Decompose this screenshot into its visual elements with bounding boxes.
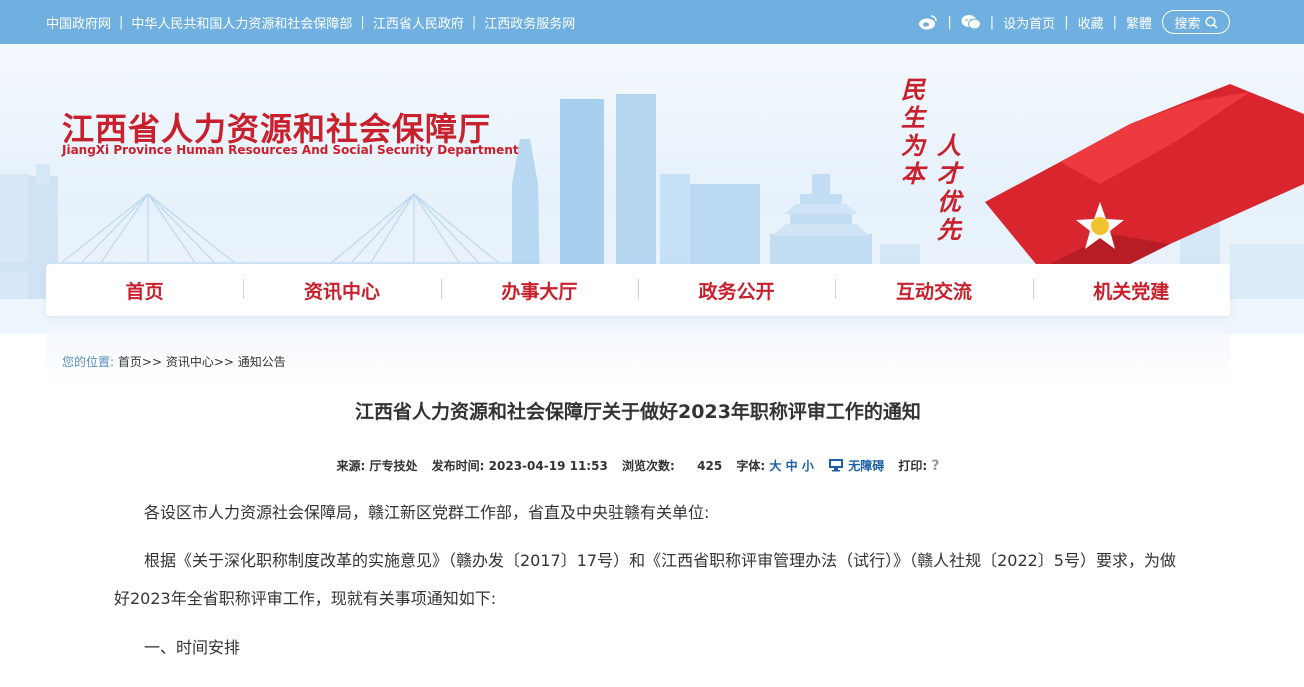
publish-time-value: 2023-04-19 11:53 — [488, 459, 608, 473]
article-meta: 来源: 厅专技处 发布时间: 2023-04-19 11:53 浏览次数: 42… — [0, 457, 1276, 475]
traditional-chinese-link[interactable]: 繁體 — [1126, 13, 1152, 32]
main-nav: 首页 资讯中心 办事大厅 政务公开 互动交流 机关党建 — [46, 264, 1230, 316]
top-tools: | | 设为首页 | 收藏 | 繁體 搜索 — [918, 0, 1230, 44]
wechat-icon[interactable] — [961, 14, 981, 30]
site-title-english: JiangXi Province Human Resources And Soc… — [62, 143, 519, 157]
article-title: 江西省人力资源和社会保障厅关于做好2023年职称评审工作的通知 — [355, 401, 921, 423]
link-jiangxi-gov[interactable]: 江西省人民政府 — [373, 13, 464, 32]
source-value: 厅专技处 — [369, 459, 418, 473]
views-label: 浏览次数: — [621, 459, 675, 473]
nav-news-center[interactable]: 资讯中心 — [243, 277, 440, 304]
article-paragraph: 一、时间安排 — [144, 638, 241, 657]
divider: | — [471, 14, 477, 30]
weibo-icon[interactable] — [918, 14, 938, 30]
slogan-right: 人才优先 — [937, 131, 961, 244]
accessibility-icon[interactable] — [828, 458, 844, 475]
breadcrumb-separator: >> — [213, 355, 234, 369]
breadcrumb: 您的位置: 首页>> 资讯中心>> 通知公告 — [46, 333, 1230, 389]
divider: | — [1112, 14, 1117, 30]
top-bar: 中国政府网 | 中华人民共和国人力资源和社会保障部 | 江西省人民政府 | 江西… — [0, 0, 1304, 44]
breadcrumb-lead: 您的位置: — [62, 355, 115, 369]
search-icon — [1204, 15, 1218, 29]
set-home-link[interactable]: 设为首页 — [1003, 13, 1055, 32]
breadcrumb-trail: 您的位置: 首页>> 资讯中心>> 通知公告 — [62, 353, 286, 370]
nav-government-affairs[interactable]: 政务公开 — [637, 277, 835, 304]
breadcrumb-news-center[interactable]: 资讯中心 — [166, 355, 214, 369]
link-jiangxi-service[interactable]: 江西政务服务网 — [484, 13, 575, 32]
font-size-large-button[interactable]: 大 — [769, 459, 781, 473]
divider: | — [989, 14, 995, 30]
link-gov-cn[interactable]: 中国政府网 — [46, 13, 111, 32]
nav-interaction[interactable]: 互动交流 — [835, 277, 1032, 304]
accessibility-button[interactable]: 无障碍 — [848, 459, 884, 473]
divider: | — [119, 14, 124, 30]
divider: | — [1064, 14, 1069, 30]
publish-time-label: 发布时间: — [431, 459, 485, 473]
nav-home[interactable]: 首页 — [46, 277, 243, 304]
search-button[interactable]: 搜索 — [1162, 10, 1230, 34]
font-size-label: 字体: — [736, 459, 766, 473]
views-count: 425 — [697, 459, 723, 473]
breadcrumb-notices[interactable]: 通知公告 — [238, 355, 286, 369]
search-label: 搜索 — [1174, 16, 1201, 32]
source-label: 来源: — [336, 459, 366, 473]
slogan-left: 民生为本 — [901, 75, 925, 188]
article-paragraph: 各设区市人力资源社会保障局，赣江新区党群工作部，省直及中央驻赣有关单位: — [144, 503, 710, 522]
breadcrumb-home[interactable]: 首页 — [118, 355, 142, 369]
font-size-medium-button[interactable]: 中 — [786, 459, 798, 473]
nav-service-hall[interactable]: 办事大厅 — [440, 277, 638, 304]
article-paragraph: 根据《关于深化职称制度改革的实施意见》（赣办发〔2017〕17号）和《江西省职称… — [114, 551, 1176, 608]
font-size-small-button[interactable]: 小 — [802, 459, 814, 473]
divider: | — [360, 14, 365, 30]
favorite-link[interactable]: 收藏 — [1078, 13, 1104, 32]
print-icon[interactable]: ? — [931, 458, 939, 474]
divider: | — [947, 14, 952, 30]
link-mohrss[interactable]: 中华人民共和国人力资源和社会保障部 — [131, 13, 352, 32]
print-label: 打印: — [898, 459, 928, 473]
breadcrumb-separator: >> — [141, 355, 162, 369]
top-links: 中国政府网 | 中华人民共和国人力资源和社会保障部 | 江西省人民政府 | 江西… — [46, 0, 575, 44]
nav-party-building[interactable]: 机关党建 — [1032, 277, 1230, 304]
